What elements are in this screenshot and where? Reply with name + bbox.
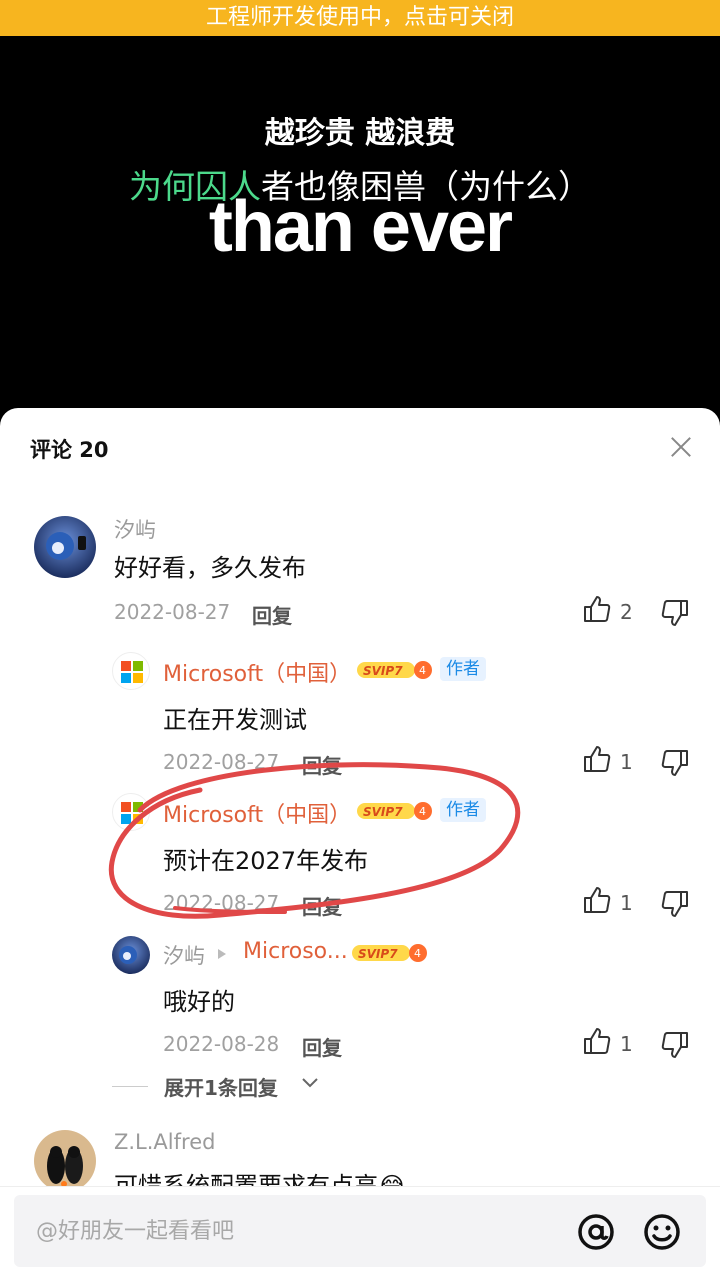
thumbs-down-icon[interactable] [660, 598, 690, 628]
comment-input[interactable] [36, 1213, 556, 1249]
thumbs-down-icon[interactable] [660, 1030, 690, 1060]
reply-button[interactable]: 回复 [302, 891, 342, 920]
author-tag: 作者 [440, 798, 486, 822]
windows-logo-icon[interactable] [112, 652, 150, 690]
reply-button[interactable]: 回复 [302, 1032, 342, 1061]
thumbs-up-icon[interactable] [582, 594, 612, 624]
reply-date: 2022-08-28 [163, 1032, 280, 1056]
thumbs-down-icon[interactable] [660, 889, 690, 919]
reply-arrow-icon [218, 949, 226, 959]
author-tag: 作者 [440, 657, 486, 681]
reply-text: 哦好的 [163, 988, 235, 1016]
comment-date: 2022-08-27 [114, 600, 231, 624]
reply-author[interactable]: Microsoft（中国） [163, 797, 351, 829]
avatar[interactable] [34, 1130, 96, 1186]
reply-date: 2022-08-27 [163, 891, 280, 915]
chevron-down-icon[interactable] [300, 1072, 320, 1092]
comment-input-box[interactable] [14, 1195, 706, 1267]
like-count: 2 [620, 600, 633, 624]
reply-author[interactable]: 汐屿 [163, 940, 205, 970]
reply-text: 正在开发测试 [163, 706, 307, 734]
comment-author[interactable]: Z.L.Alfred [114, 1130, 215, 1154]
comment-author[interactable]: 汐屿 [114, 514, 156, 544]
expand-replies-label[interactable]: 展开1条回复 [164, 1072, 278, 1101]
comment-input-bar [0, 1186, 720, 1280]
comments-title: 评论 20 [30, 438, 109, 462]
thumbs-up-icon[interactable] [582, 744, 612, 774]
lyric-line-1: 越珍贵 越浪费 [264, 116, 456, 151]
video-area[interactable]: 越珍贵 越浪费 为何囚人者也像困兽（为什么） than ever [0, 36, 720, 436]
thumbs-up-icon[interactable] [582, 1026, 612, 1056]
comment-text: 好好看，多久发布 [114, 554, 306, 582]
avatar[interactable] [112, 936, 150, 974]
like-count: 1 [620, 750, 633, 774]
lyric-big-text: than ever [208, 187, 513, 267]
comments-sheet: 评论 20 汐屿 好好看，多久发布 2022-08-27 回复 2 Micros… [0, 408, 720, 1280]
comments-header: 评论 20 [0, 408, 720, 486]
svg-text:SVIP7: SVIP7 [358, 947, 398, 961]
svg-text:4: 4 [419, 805, 426, 818]
reply-date: 2022-08-27 [163, 750, 280, 774]
svg-text:4: 4 [419, 664, 426, 677]
reply-author[interactable]: Microsoft（中国） [163, 656, 351, 688]
avatar[interactable] [34, 516, 96, 578]
at-icon[interactable] [576, 1212, 616, 1252]
thumbs-down-icon[interactable] [660, 748, 690, 778]
windows-logo-icon[interactable] [112, 793, 150, 831]
svg-text:SVIP7: SVIP7 [363, 664, 403, 678]
comment-text: 可惜系统配置要求有点高😂 [114, 1172, 407, 1186]
svip-badge: SVIP7 4 [352, 944, 427, 962]
like-count: 1 [620, 1032, 633, 1056]
svip-badge: SVIP7 4 [357, 661, 432, 679]
close-icon[interactable] [670, 436, 692, 458]
thumbs-up-icon[interactable] [582, 885, 612, 915]
reply-text: 预计在2027年发布 [163, 847, 369, 875]
svg-text:4: 4 [414, 947, 421, 960]
divider [112, 1086, 148, 1087]
developer-mode-banner[interactable]: 工程师开发使用中，点击可关闭 [0, 0, 720, 36]
comments-list[interactable]: 汐屿 好好看，多久发布 2022-08-27 回复 2 Microsoft（中国… [0, 486, 720, 1186]
smile-icon[interactable] [642, 1212, 682, 1252]
like-count: 1 [620, 891, 633, 915]
reply-to-author[interactable]: Microso... [243, 939, 348, 964]
reply-button[interactable]: 回复 [252, 600, 292, 629]
svg-text:SVIP7: SVIP7 [363, 805, 403, 819]
reply-button[interactable]: 回复 [302, 750, 342, 779]
svip-badge: SVIP7 4 [357, 802, 432, 820]
